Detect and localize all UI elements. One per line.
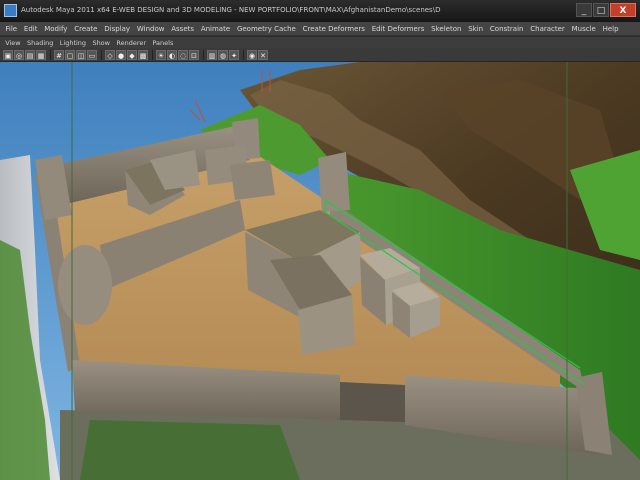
ambient-occlusion-icon[interactable]: ◍ — [218, 49, 228, 60]
menu-skin[interactable]: Skin — [465, 25, 487, 33]
safe-action-icon[interactable]: ▭ — [87, 49, 97, 60]
menu-edit-deformers[interactable]: Edit Deformers — [368, 25, 427, 33]
use-lights-icon[interactable]: ☀ — [156, 49, 166, 60]
toolbar-separator — [101, 49, 102, 60]
wireframe-on-shaded-icon[interactable]: ◆ — [127, 49, 137, 60]
menu-display[interactable]: Display — [101, 25, 134, 33]
manipulator-icon[interactable]: ✕ — [258, 49, 268, 60]
resolution-gate-icon[interactable]: ◫ — [76, 49, 86, 60]
toolbar-separator — [50, 49, 51, 60]
panel-menu-bar: View Shading Lighting Show Renderer Pane… — [0, 37, 640, 48]
menu-assets[interactable]: Assets — [168, 25, 198, 33]
image-plane-icon[interactable]: ▦ — [36, 49, 46, 60]
panel-menu-show[interactable]: Show — [89, 39, 113, 47]
panel-menu-view[interactable]: View — [2, 39, 24, 47]
film-gate-icon[interactable]: ▢ — [65, 49, 75, 60]
maximize-button[interactable]: □ — [593, 3, 609, 17]
persp-viewport[interactable] — [0, 62, 640, 480]
front-gate — [340, 382, 405, 422]
minimize-button[interactable]: _ — [576, 3, 592, 17]
menu-character[interactable]: Character — [527, 25, 568, 33]
xray-icon[interactable]: ◌ — [178, 49, 188, 60]
bookmark-icon[interactable]: ▤ — [25, 49, 35, 60]
window-controls: _ □ X — [576, 3, 636, 17]
textured-icon[interactable]: ▩ — [138, 49, 148, 60]
menu-skeleton[interactable]: Skeleton — [428, 25, 465, 33]
wireframe-icon[interactable]: ◇ — [105, 49, 115, 60]
main-menu-bar: File Edit Modify Create Display Window A… — [0, 22, 640, 36]
panel-menu-panels[interactable]: Panels — [149, 39, 176, 47]
menu-window[interactable]: Window — [133, 25, 167, 33]
depth-of-field-icon[interactable]: ◉ — [247, 49, 257, 60]
scene-render — [0, 62, 640, 480]
tower-mid — [318, 152, 350, 212]
maya-app-icon[interactable] — [4, 4, 17, 17]
select-camera-icon[interactable]: ▣ — [3, 49, 13, 60]
menu-muscle[interactable]: Muscle — [568, 25, 599, 33]
panel-menu-lighting[interactable]: Lighting — [57, 39, 90, 47]
panel-menu-renderer[interactable]: Renderer — [113, 39, 149, 47]
shadows-icon[interactable]: ◐ — [167, 49, 177, 60]
camera-attributes-icon[interactable]: ◎ — [14, 49, 24, 60]
toolbar-separator — [243, 49, 244, 60]
window-title: Autodesk Maya 2011 x64 E-WEB DESIGN and … — [21, 6, 441, 14]
panel-menu-shading[interactable]: Shading — [24, 39, 57, 47]
menu-modify[interactable]: Modify — [41, 25, 71, 33]
menu-constrain[interactable]: Constrain — [487, 25, 527, 33]
hud-icon[interactable]: ▥ — [207, 49, 217, 60]
anti-alias-icon[interactable]: ✦ — [229, 49, 239, 60]
menu-create[interactable]: Create — [71, 25, 101, 33]
panel-toolbar: ▣ ◎ ▤ ▦ # ▢ ◫ ▭ ◇ ● ◆ ▩ ☀ ◐ ◌ ⊡ ▥ ◍ ✦ ◉ ✕ — [0, 48, 640, 62]
menu-help[interactable]: Help — [599, 25, 622, 33]
foreground-grass — [80, 420, 300, 480]
smooth-shade-icon[interactable]: ● — [116, 49, 126, 60]
grid-icon[interactable]: # — [54, 49, 64, 60]
menu-create-deformers[interactable]: Create Deformers — [299, 25, 368, 33]
menu-geometry-cache[interactable]: Geometry Cache — [234, 25, 300, 33]
menu-edit[interactable]: Edit — [21, 25, 41, 33]
isolate-select-icon[interactable]: ⊡ — [189, 49, 199, 60]
menu-file[interactable]: File — [2, 25, 21, 33]
title-bar: Autodesk Maya 2011 x64 E-WEB DESIGN and … — [0, 0, 640, 23]
close-button[interactable]: X — [610, 3, 636, 17]
toolbar-separator — [152, 49, 153, 60]
building-back-far — [230, 160, 275, 200]
menu-animate[interactable]: Animate — [197, 25, 233, 33]
tower-round — [58, 245, 112, 325]
toolbar-separator — [203, 49, 204, 60]
